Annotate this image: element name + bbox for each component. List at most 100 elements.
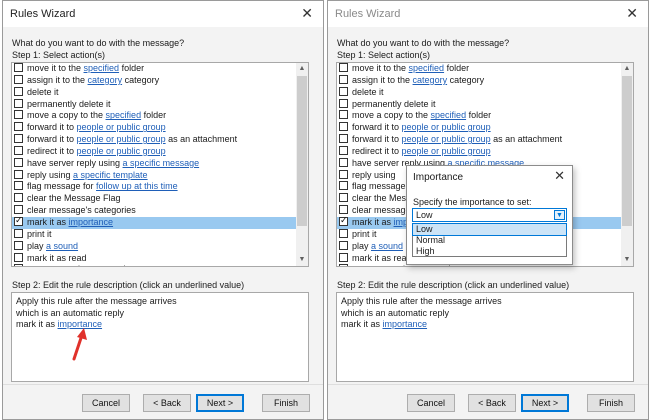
action-row[interactable]: move it to the specified folder <box>337 63 633 75</box>
action-checkbox[interactable] <box>14 215 23 227</box>
action-row[interactable]: reply using a specific template <box>12 169 308 182</box>
action-checkbox[interactable] <box>14 205 23 215</box>
action-checkbox[interactable] <box>14 122 23 132</box>
action-checkbox[interactable] <box>14 240 23 250</box>
action-checkbox[interactable] <box>14 86 23 96</box>
action-row[interactable]: delete it <box>337 86 633 99</box>
action-link[interactable]: category <box>413 75 448 85</box>
scroll-up-arrow-icon[interactable]: ▲ <box>296 63 308 75</box>
action-checkbox[interactable] <box>339 110 348 120</box>
action-row[interactable]: assign it to the category category <box>12 74 308 87</box>
finish-button[interactable]: Finish <box>262 394 310 412</box>
actions-scrollbar[interactable]: ▲ ▼ <box>296 63 308 266</box>
action-row[interactable]: play a sound <box>12 240 308 253</box>
action-checkbox[interactable] <box>14 110 23 120</box>
action-row[interactable]: clear message's categories <box>12 205 308 217</box>
action-checkbox[interactable] <box>339 169 348 179</box>
action-link[interactable]: specified <box>84 63 120 73</box>
action-link[interactable]: people or public group <box>402 134 491 144</box>
action-row[interactable]: mark it as importance <box>12 215 308 229</box>
cancel-button[interactable]: Cancel <box>82 394 130 412</box>
action-row[interactable]: move it to the specified folder <box>12 63 308 75</box>
action-checkbox[interactable] <box>14 252 23 262</box>
close-icon[interactable]: ✕ <box>301 5 313 22</box>
scroll-thumb[interactable] <box>622 76 632 226</box>
action-checkbox[interactable] <box>339 98 348 108</box>
next-button[interactable]: Next > <box>521 394 569 412</box>
action-row[interactable]: stop processing more rules <box>12 264 308 266</box>
action-row[interactable]: redirect it to people or public group <box>12 145 308 158</box>
action-checkbox[interactable] <box>14 169 23 179</box>
back-button[interactable]: < Back <box>143 394 191 412</box>
action-link[interactable]: importance <box>69 217 114 227</box>
action-checkbox[interactable] <box>339 134 348 144</box>
action-link[interactable]: follow up at this time <box>96 181 178 191</box>
action-link[interactable]: specified <box>431 110 467 120</box>
action-checkbox[interactable] <box>339 264 348 266</box>
action-checkbox[interactable] <box>14 134 23 144</box>
action-checkbox[interactable] <box>339 228 348 238</box>
back-button[interactable]: < Back <box>468 394 516 412</box>
action-checkbox[interactable] <box>14 63 23 72</box>
close-icon[interactable]: ✕ <box>554 168 565 184</box>
actions-scrollbar[interactable]: ▲ ▼ <box>621 63 633 266</box>
action-link[interactable]: people or public group <box>77 146 166 156</box>
close-icon[interactable]: ✕ <box>626 5 638 22</box>
action-checkbox[interactable] <box>14 145 23 155</box>
action-link[interactable]: specified <box>409 63 445 73</box>
action-row[interactable]: have server reply using a specific messa… <box>12 157 308 170</box>
action-row[interactable]: move a copy to the specified folder <box>337 110 633 122</box>
action-row[interactable]: print it <box>12 228 308 241</box>
scroll-up-arrow-icon[interactable]: ▲ <box>621 63 633 75</box>
action-row[interactable]: forward it to people or public group <box>337 122 633 134</box>
importance-option-high[interactable]: High <box>413 246 566 257</box>
action-row[interactable]: forward it to people or public group as … <box>337 134 633 146</box>
action-row[interactable]: flag message for follow up at this time <box>12 181 308 193</box>
action-checkbox[interactable] <box>14 74 23 84</box>
action-checkbox[interactable] <box>14 193 23 203</box>
action-checkbox[interactable] <box>339 157 348 167</box>
action-link[interactable]: people or public group <box>77 134 166 144</box>
chevron-down-icon[interactable]: ▼ <box>554 210 565 220</box>
action-link[interactable]: people or public group <box>402 146 491 156</box>
action-row[interactable]: mark it as read <box>12 252 308 265</box>
action-row[interactable]: delete it <box>12 86 308 99</box>
action-link[interactable]: specified <box>106 110 142 120</box>
action-checkbox[interactable] <box>339 122 348 132</box>
action-link[interactable]: category <box>88 75 123 85</box>
action-checkbox[interactable] <box>339 181 348 191</box>
scroll-down-arrow-icon[interactable]: ▼ <box>296 254 308 266</box>
action-row[interactable]: permanently delete it <box>12 98 308 111</box>
action-checkbox[interactable] <box>339 63 348 72</box>
action-checkbox[interactable] <box>339 240 348 250</box>
action-link[interactable]: people or public group <box>402 122 491 132</box>
action-checkbox[interactable] <box>339 145 348 155</box>
next-button[interactable]: Next > <box>196 394 244 412</box>
action-checkbox[interactable] <box>14 228 23 238</box>
action-link[interactable]: a specific template <box>73 170 148 180</box>
action-link[interactable]: people or public group <box>77 122 166 132</box>
finish-button[interactable]: Finish <box>587 394 635 412</box>
action-checkbox[interactable] <box>339 193 348 203</box>
action-checkbox[interactable] <box>14 98 23 108</box>
importance-option-normal[interactable]: Normal <box>413 235 566 246</box>
action-link[interactable]: a sound <box>371 241 403 251</box>
scroll-thumb[interactable] <box>297 76 307 226</box>
action-row[interactable]: clear the Message Flag <box>12 193 308 205</box>
action-row[interactable]: assign it to the category category <box>337 74 633 87</box>
action-row[interactable]: forward it to people or public group <box>12 122 308 134</box>
importance-select[interactable]: Low ▼ <box>412 208 567 222</box>
action-row[interactable]: permanently delete it <box>337 98 633 111</box>
cancel-button[interactable]: Cancel <box>407 394 455 412</box>
action-link[interactable]: a sound <box>46 241 78 251</box>
action-checkbox[interactable] <box>339 205 348 215</box>
importance-link[interactable]: importance <box>383 319 428 329</box>
action-row[interactable]: redirect it to people or public group <box>337 145 633 158</box>
scroll-down-arrow-icon[interactable]: ▼ <box>621 254 633 266</box>
action-checkbox[interactable] <box>339 74 348 84</box>
action-link[interactable]: a specific message <box>123 158 200 168</box>
action-row[interactable]: forward it to people or public group as … <box>12 134 308 146</box>
importance-option-low[interactable]: Low <box>412 223 567 236</box>
action-checkbox[interactable] <box>14 264 23 266</box>
action-checkbox[interactable] <box>14 181 23 191</box>
